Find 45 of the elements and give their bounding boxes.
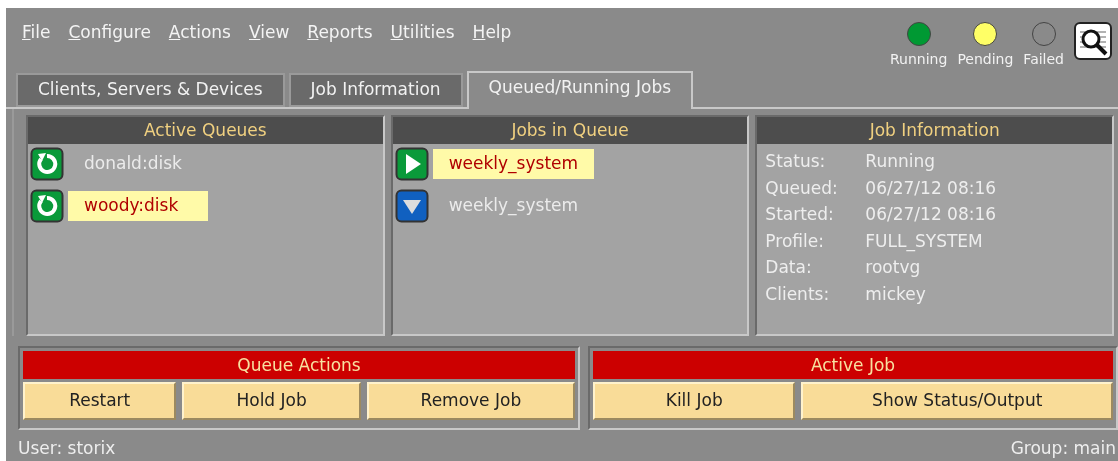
tab[interactable]: Clients, Servers & Devices [16,73,285,108]
field-value: rootvg [865,256,921,280]
field-value: Running [865,150,935,174]
user-label: User: storix [18,436,116,460]
action-button[interactable]: Show Status/Output [801,381,1113,420]
group-header: Active Job [593,350,1113,379]
status-label: Running [890,50,948,69]
menu-item[interactable]: Help [472,20,512,46]
group-header: Queue Actions [23,350,575,379]
action-button[interactable]: Kill Job [593,381,796,420]
search-button[interactable] [1074,22,1112,60]
panel-header: Jobs in Queue [392,117,748,145]
queue-item[interactable]: weekly_system [432,149,595,179]
field-label: Profile: [765,229,825,253]
field-value: mickey [865,282,926,306]
field-label: Status: [765,150,827,174]
play-icon [394,147,429,182]
menu-item[interactable]: Actions [168,20,231,46]
queue-item[interactable]: woody:disk [68,191,208,221]
menu-item[interactable]: File [22,20,51,46]
field-label: Queued: [765,176,839,200]
menu-item[interactable]: Utilities [390,20,455,46]
action-button[interactable]: Restart [23,381,177,420]
menu-item[interactable]: Reports [307,20,373,46]
field-label: Data: [765,256,813,280]
tab[interactable]: Queued/Running Jobs [466,71,694,110]
queue-item[interactable]: donald:disk [68,149,208,179]
field-value: 06/27/12 08:16 [865,176,997,200]
panel-header: Active Queues [28,117,383,145]
queue-item[interactable]: weekly_system [432,191,595,221]
restart-icon [30,147,64,182]
menu-item[interactable]: Configure [68,20,151,46]
status-label: Pending [957,50,1014,69]
group-label: Group: main [1010,436,1116,460]
action-button[interactable]: Remove Job [366,381,575,420]
panel-header: Job Information [757,117,1112,145]
action-button[interactable]: Hold Job [182,381,361,420]
field-label: Clients: [765,282,831,306]
field-value: 06/27/12 08:16 [865,203,997,227]
tab[interactable]: Job Information [288,73,463,108]
menu-item[interactable]: View [249,20,290,46]
field-value: FULL_SYSTEM [865,229,983,254]
status-label: Failed [1023,50,1064,69]
restart-icon [30,189,64,224]
field-label: Started: [765,203,835,227]
